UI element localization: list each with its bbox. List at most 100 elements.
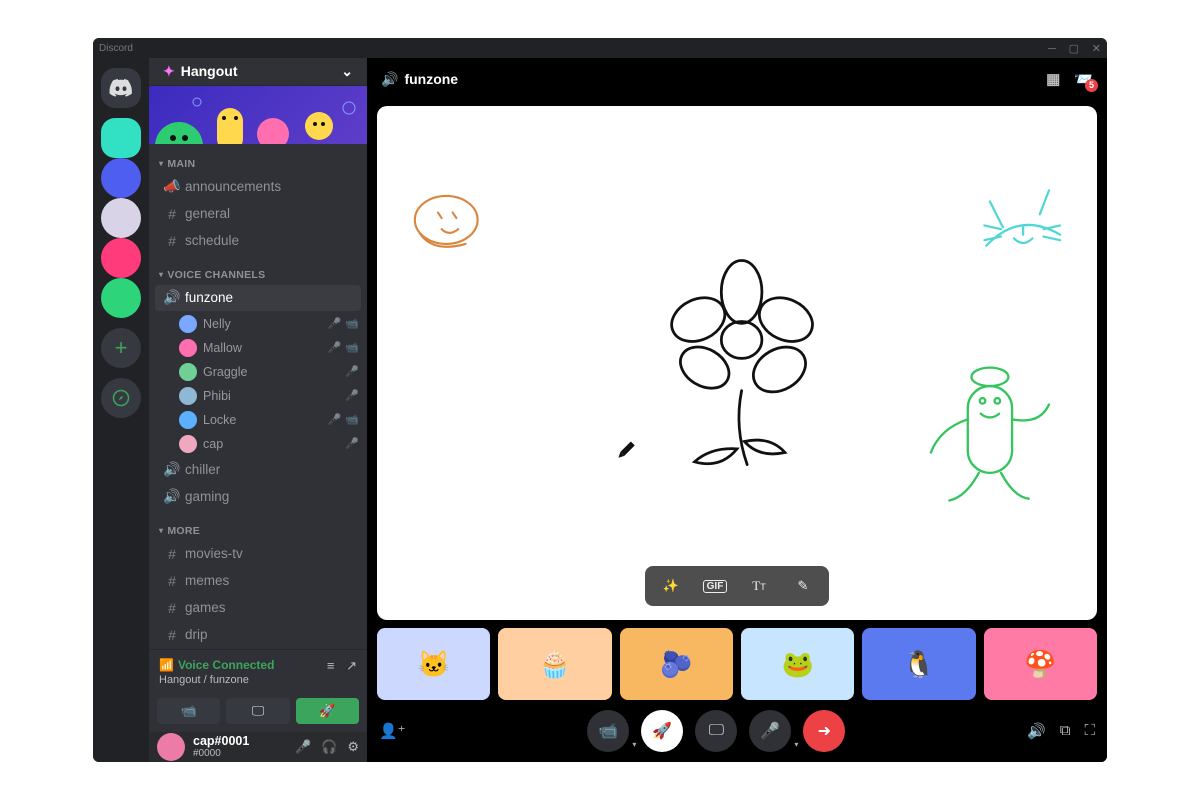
compass-icon [112, 389, 130, 407]
hash-icon: # [163, 206, 181, 222]
pencil-tool[interactable]: ✎ [783, 572, 823, 600]
voice-user[interactable]: Nelly🎤📹 [149, 312, 367, 336]
explore-button[interactable] [101, 378, 141, 418]
text-channel-memes[interactable]: #memes [155, 568, 361, 594]
grid-view-icon[interactable]: ▦ [1046, 70, 1060, 88]
signal-icon: 📶 [159, 658, 174, 672]
section-header[interactable]: ▾ VOICE CHANNELS [149, 255, 367, 284]
text-channel-games[interactable]: #games [155, 595, 361, 621]
noise-suppression-icon[interactable]: ≡ [327, 658, 335, 673]
text-tool[interactable]: TT [739, 572, 779, 600]
camera-icon: 📹 [181, 703, 197, 719]
channel-name: drip [185, 627, 208, 642]
mic-button[interactable]: 🎤▾ [749, 710, 791, 752]
pencil-icon: ✎ [798, 578, 809, 594]
server-icon[interactable] [101, 238, 141, 278]
voice-user-name: Nelly [203, 317, 324, 331]
app-title: Discord [99, 43, 133, 54]
section-header[interactable]: ▾ MAIN [149, 144, 367, 173]
voice-location: Hangout / funzone [159, 674, 357, 686]
user-discriminator: #0000 [193, 748, 249, 759]
avatar [179, 315, 197, 333]
gif-icon: GIF [703, 580, 728, 593]
voice-channel-funzone[interactable]: 🔊funzone [155, 285, 361, 311]
gif-tool[interactable]: GIF [695, 572, 735, 600]
voice-channel-gaming[interactable]: 🔊gaming [155, 484, 361, 510]
invite-button[interactable]: 👤⁺ [379, 722, 406, 740]
chevron-down-icon: ▾ [632, 740, 636, 749]
avatar[interactable] [157, 733, 185, 761]
voice-user[interactable]: Graggle🎤 [149, 360, 367, 384]
participant-tile[interactable]: 🍄 [984, 628, 1097, 700]
avatar [179, 387, 197, 405]
participant-tile[interactable]: 🧁 [498, 628, 611, 700]
hash-icon: # [163, 600, 181, 616]
participant-tile[interactable]: 🐱 [377, 628, 490, 700]
deafen-button[interactable]: 🎧 [321, 739, 337, 755]
channel-name: announcements [185, 179, 281, 194]
activity-button[interactable]: 🚀 [296, 698, 359, 724]
avatar [179, 435, 197, 453]
avatar [179, 363, 197, 381]
text-channel-announcements[interactable]: 📣 announcements [155, 174, 361, 200]
whiteboard-canvas[interactable]: ✨ GIF TT ✎ [377, 106, 1097, 620]
participant-avatar: 🐧 [903, 649, 935, 680]
megaphone-icon: 📣 [163, 178, 181, 195]
participant-tile[interactable]: 🫐 [620, 628, 733, 700]
text-channel-movies-tv[interactable]: #movies-tv [155, 541, 361, 567]
server-icon[interactable] [101, 118, 141, 158]
avatar [179, 339, 197, 357]
screen-share-button[interactable]: 🖵 [695, 710, 737, 752]
volume-button[interactable]: 🔊 [1027, 722, 1046, 740]
server-header[interactable]: ✦ Hangout ⌄ [149, 58, 367, 86]
effects-tool[interactable]: ✨ [651, 572, 691, 600]
disconnect-icon[interactable]: ↗ [346, 658, 357, 673]
screenshare-button[interactable]: 🖵 [226, 698, 289, 724]
mute-button[interactable]: 🎤 [295, 739, 311, 755]
discord-logo-icon [109, 79, 133, 97]
server-icon[interactable] [101, 198, 141, 238]
participant-tile[interactable]: 🐧 [862, 628, 975, 700]
participant-avatar: 🫐 [660, 649, 692, 680]
camera-icon: 📹 [345, 317, 359, 330]
channel-name: general [185, 206, 230, 221]
text-channel-drip[interactable]: #drip [155, 622, 361, 648]
channel-name: movies-tv [185, 546, 243, 561]
participant-avatar: 🧁 [539, 649, 571, 680]
channel-header: 🔊 funzone ▦ 📨 5 [367, 58, 1107, 100]
section-header[interactable]: ▾ MORE [149, 511, 367, 540]
voice-user-name: Phibi [203, 389, 341, 403]
camera-icon: 📹 [345, 413, 359, 426]
camera-button[interactable]: 📹▾ [587, 710, 629, 752]
server-icon[interactable] [101, 278, 141, 318]
settings-button[interactable]: ⚙ [347, 739, 359, 755]
popout-button[interactable]: ⧉ [1060, 722, 1071, 740]
inbox-button[interactable]: 📨 5 [1074, 70, 1093, 88]
participant-tile[interactable]: 🐸 [741, 628, 854, 700]
fullscreen-button[interactable]: ⛶ [1084, 722, 1095, 740]
maximize-button[interactable]: ▢ [1069, 43, 1079, 55]
minimize-button[interactable]: ─ [1048, 43, 1056, 55]
home-button[interactable] [101, 68, 141, 108]
text-channel-schedule[interactable]: #schedule [155, 228, 361, 254]
voice-user[interactable]: cap🎤 [149, 432, 367, 456]
channel-name: funzone [185, 290, 233, 305]
rocket-icon: 🚀 [319, 703, 335, 719]
chevron-down-icon: ▾ [159, 159, 163, 168]
username: cap#0001 [193, 735, 249, 748]
activities-button[interactable]: 🚀 [641, 710, 683, 752]
voice-user[interactable]: Mallow🎤📹 [149, 336, 367, 360]
voice-channel-chiller[interactable]: 🔊chiller [155, 457, 361, 483]
video-button[interactable]: 📹 [157, 698, 220, 724]
voice-user[interactable]: Phibi🎤 [149, 384, 367, 408]
server-icon[interactable] [101, 158, 141, 198]
screen-share-icon: 🖵 [709, 722, 724, 740]
text-channel-general[interactable]: # general [155, 201, 361, 227]
close-button[interactable]: ✕ [1092, 43, 1101, 55]
inbox-badge: 5 [1085, 79, 1098, 92]
leave-call-button[interactable]: ➜ [803, 710, 845, 752]
channel-sidebar: ✦ Hangout ⌄ ▾ MAIN 📣 announcements # general… [149, 58, 367, 762]
speaker-icon: 🔊 [163, 488, 181, 505]
add-server-button[interactable]: + [101, 328, 141, 368]
voice-user[interactable]: Locke🎤📹 [149, 408, 367, 432]
